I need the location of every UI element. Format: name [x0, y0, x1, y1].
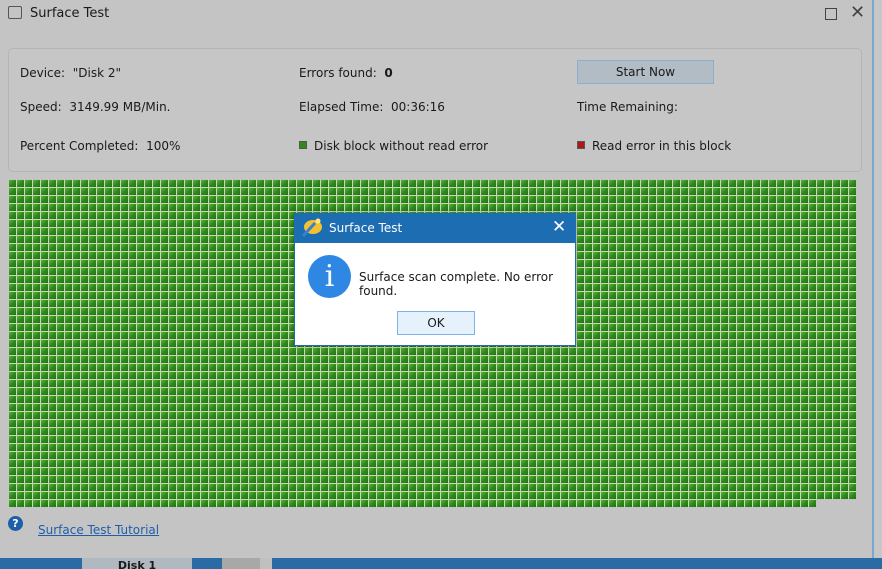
- tutorial-link[interactable]: Surface Test Tutorial: [38, 523, 159, 537]
- bar-segment: [222, 558, 260, 569]
- percent-info: Percent Completed: 100%: [20, 139, 181, 153]
- ok-button[interactable]: OK: [397, 311, 475, 335]
- app-logo-icon: [301, 218, 322, 237]
- dialog-close-button[interactable]: ✕: [552, 217, 566, 237]
- time-remaining-label: Time Remaining:: [577, 100, 678, 114]
- dialog-titlebar: Surface Test ✕: [295, 214, 575, 243]
- elapsed-info: Elapsed Time: 00:36:16: [299, 100, 445, 114]
- chart-line-icon: [8, 6, 22, 19]
- bottom-bar: Disk 1: [0, 558, 882, 569]
- maximize-button[interactable]: [825, 8, 837, 20]
- error-block-legend-icon: [577, 141, 585, 149]
- legend-error-label: Read error in this block: [592, 139, 732, 153]
- speed-info: Speed: 3149.99 MB/Min.: [20, 100, 171, 114]
- close-button[interactable]: ✕: [850, 2, 865, 23]
- bar-segment: [260, 558, 272, 569]
- disk-1-tab[interactable]: Disk 1: [82, 558, 192, 569]
- window-title: Surface Test: [30, 6, 110, 21]
- scan-complete-dialog: Surface Test ✕ i Surface scan complete. …: [294, 213, 576, 346]
- ok-block-legend-icon: [299, 141, 307, 149]
- device-info: Device: "Disk 2": [20, 66, 121, 80]
- errors-info: Errors found: 0: [299, 66, 393, 80]
- dialog-title: Surface Test: [329, 221, 403, 235]
- legend-ok-label: Disk block without read error: [314, 139, 489, 153]
- dialog-message: Surface scan complete. No error found.: [359, 270, 554, 298]
- help-icon[interactable]: ?: [8, 516, 23, 531]
- info-icon: i: [308, 255, 351, 298]
- start-now-button[interactable]: Start Now: [577, 60, 714, 84]
- block-map-end: [816, 499, 857, 508]
